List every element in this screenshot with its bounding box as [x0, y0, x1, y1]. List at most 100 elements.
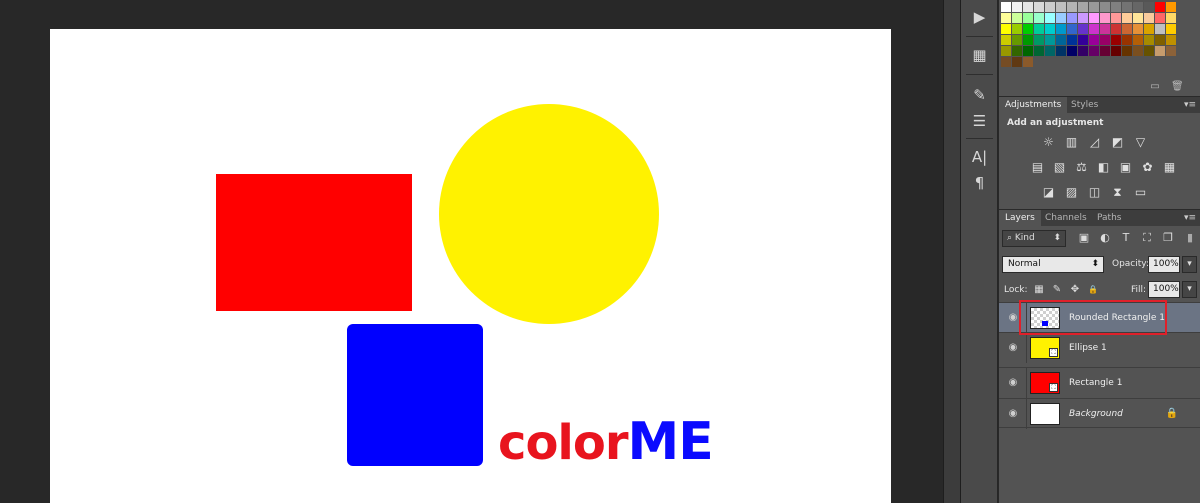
vibrance-icon[interactable]: ▤: [1030, 160, 1045, 175]
lock-transparent-icon[interactable]: ▦: [1033, 284, 1045, 296]
swatch-color[interactable]: [1034, 24, 1044, 34]
lock-image-icon[interactable]: ✎: [1051, 284, 1063, 296]
swatch-color[interactable]: [1100, 24, 1110, 34]
swatch-color[interactable]: [1023, 35, 1033, 45]
character-icon[interactable]: A|: [965, 146, 994, 168]
pixel-filter-icon[interactable]: ▣: [1077, 231, 1091, 245]
swatch-color[interactable]: [1111, 46, 1121, 56]
channel-mixer-icon[interactable]: ✿: [1140, 160, 1155, 175]
swatch-color[interactable]: [1078, 35, 1088, 45]
swatch-color[interactable]: [1034, 13, 1044, 23]
swatch-color[interactable]: [1111, 13, 1121, 23]
swatch-color[interactable]: [1122, 13, 1132, 23]
blend-mode-select[interactable]: Normal ⬍: [1002, 256, 1104, 273]
swatch-color[interactable]: [1100, 13, 1110, 23]
swatch-color[interactable]: [1023, 46, 1033, 56]
swatch-color[interactable]: [1012, 57, 1022, 67]
swatch-color[interactable]: [1144, 46, 1154, 56]
swatch-color[interactable]: [1166, 46, 1176, 56]
brush-tool-icon[interactable]: ✎: [965, 84, 994, 106]
curves-icon[interactable]: ◿: [1087, 135, 1102, 150]
swatch-color[interactable]: [1056, 35, 1066, 45]
swatch-color[interactable]: [1155, 2, 1165, 12]
fill-dropdown-button[interactable]: ▾: [1182, 281, 1197, 298]
hue-saturation-icon[interactable]: ▧: [1052, 160, 1067, 175]
paragraph-icon[interactable]: ¶: [965, 172, 994, 194]
lock-all-icon[interactable]: 🔒: [1087, 284, 1099, 296]
layer-row-rectangle-1[interactable]: ◉ ⛶ Rectangle 1: [999, 367, 1200, 398]
swatch-color[interactable]: [1056, 13, 1066, 23]
swatch-color[interactable]: [1133, 13, 1143, 23]
swatch-color[interactable]: [1155, 13, 1165, 23]
layer-name[interactable]: Rectangle 1: [1069, 377, 1122, 389]
swatch-color[interactable]: [1122, 2, 1132, 12]
opacity-input[interactable]: 100%: [1148, 256, 1180, 273]
trash-icon[interactable]: 🗑: [1171, 81, 1184, 93]
swatch-color[interactable]: [1023, 2, 1033, 12]
swatch-color[interactable]: [1100, 46, 1110, 56]
new-swatch-icon[interactable]: ▭: [1149, 81, 1161, 93]
swatch-color[interactable]: [1001, 13, 1011, 23]
swatch-color[interactable]: [1155, 24, 1165, 34]
swatch-color[interactable]: [1111, 24, 1121, 34]
swatch-color[interactable]: [1100, 35, 1110, 45]
swatch-color[interactable]: [1144, 35, 1154, 45]
swatch-color[interactable]: [1089, 13, 1099, 23]
swatch-color[interactable]: [1067, 13, 1077, 23]
layer-name[interactable]: Background: [1069, 408, 1123, 420]
layers-panel-menu-icon[interactable]: ▾≡: [1184, 210, 1196, 227]
swatch-color[interactable]: [1144, 13, 1154, 23]
swatch-color[interactable]: [1001, 35, 1011, 45]
swatch-color[interactable]: [1078, 2, 1088, 12]
swatch-color[interactable]: [1166, 24, 1176, 34]
swatch-color[interactable]: [1045, 2, 1055, 12]
swatch-color[interactable]: [1089, 2, 1099, 12]
swatch-color[interactable]: [1067, 2, 1077, 12]
photo-filter-icon[interactable]: ▣: [1118, 160, 1133, 175]
threshold-icon[interactable]: ◫: [1087, 185, 1102, 200]
layer-filter-kind-select[interactable]: ⌕ Kind ⬍: [1002, 230, 1066, 247]
type-filter-icon[interactable]: T: [1119, 231, 1133, 245]
swatch-color[interactable]: [1023, 57, 1033, 67]
adjustment-filter-icon[interactable]: ◐: [1098, 231, 1112, 245]
visibility-eye-icon[interactable]: ◉: [1007, 408, 1019, 420]
swatch-color[interactable]: [1045, 35, 1055, 45]
swatch-color[interactable]: [1056, 2, 1066, 12]
swatch-color[interactable]: [1023, 24, 1033, 34]
play-icon[interactable]: ▶: [965, 6, 994, 28]
fill-input[interactable]: 100%: [1148, 281, 1180, 298]
panel-splitter[interactable]: [943, 0, 961, 503]
tab-adjustments[interactable]: Adjustments: [999, 97, 1068, 114]
swatch-color[interactable]: [1111, 35, 1121, 45]
swatch-color[interactable]: [1023, 13, 1033, 23]
swatch-color[interactable]: [1122, 24, 1132, 34]
swatch-color[interactable]: [1012, 35, 1022, 45]
swatch-color[interactable]: [1001, 2, 1011, 12]
shape-filter-icon[interactable]: ⛶: [1140, 231, 1154, 245]
swatch-color[interactable]: [1034, 46, 1044, 56]
tab-layers[interactable]: Layers: [999, 210, 1041, 227]
tab-styles[interactable]: Styles: [1065, 97, 1104, 114]
sliders-icon[interactable]: ☰: [965, 110, 994, 132]
filter-toggle-icon[interactable]: ▮: [1183, 231, 1197, 245]
swatch-color[interactable]: [1133, 2, 1143, 12]
yellow-ellipse-shape[interactable]: [439, 104, 659, 324]
layer-name[interactable]: Ellipse 1: [1069, 342, 1107, 354]
swatch-color[interactable]: [1144, 24, 1154, 34]
lock-position-icon[interactable]: ✥: [1069, 284, 1081, 296]
gradient-map-icon[interactable]: ▭: [1133, 185, 1148, 200]
posterize-icon[interactable]: ▨: [1064, 185, 1079, 200]
exposure-icon[interactable]: ◩: [1110, 135, 1125, 150]
swatch-grid-icon[interactable]: ▦: [965, 44, 994, 66]
swatch-color[interactable]: [1078, 46, 1088, 56]
swatch-color[interactable]: [1166, 13, 1176, 23]
swatch-color[interactable]: [1133, 35, 1143, 45]
swatch-color[interactable]: [1056, 24, 1066, 34]
swatch-color[interactable]: [1155, 35, 1165, 45]
swatch-color[interactable]: [1067, 46, 1077, 56]
invert-icon[interactable]: ◪: [1041, 185, 1056, 200]
swatch-color[interactable]: [1012, 2, 1022, 12]
swatch-color[interactable]: [1078, 24, 1088, 34]
color-lookup-icon[interactable]: ▦: [1162, 160, 1177, 175]
swatch-color[interactable]: [1089, 24, 1099, 34]
